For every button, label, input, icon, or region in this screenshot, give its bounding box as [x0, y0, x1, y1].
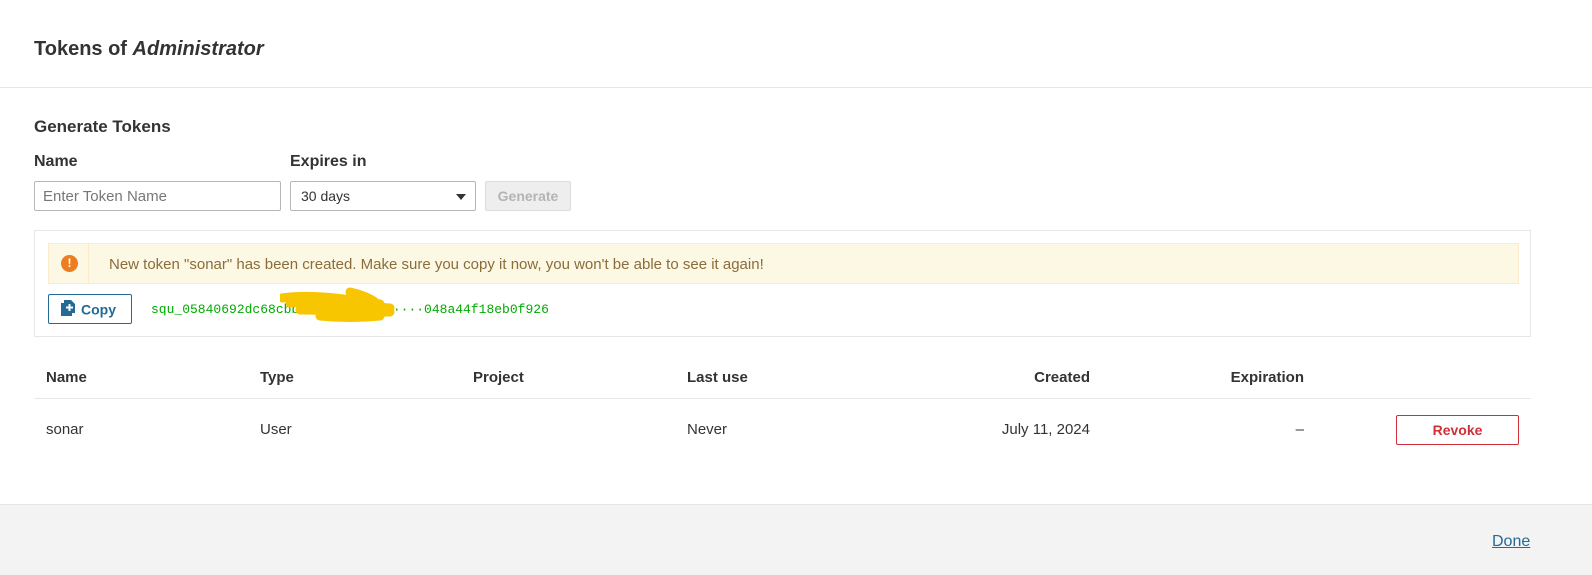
cell-expiration: – — [1295, 421, 1304, 438]
warning-icon: ! — [61, 255, 78, 272]
alert-icon-cell: ! — [49, 244, 89, 283]
modal-footer: Done — [0, 504, 1592, 575]
header-expiration: Expiration — [1230, 369, 1304, 386]
generate-button[interactable]: Generate — [485, 181, 571, 211]
cell-created: July 11, 2024 — [1001, 421, 1090, 438]
expires-in-value: 30 days — [301, 188, 351, 204]
header-name: Name — [46, 369, 87, 386]
copy-label: Copy — [81, 301, 116, 318]
expires-in-select[interactable]: 30 days — [290, 181, 476, 211]
header-last-use: Last use — [687, 369, 748, 386]
token-name-input[interactable] — [34, 181, 281, 211]
clipboard-icon — [61, 300, 75, 317]
header-type: Type — [260, 369, 294, 386]
cell-type: User — [260, 421, 292, 438]
caret-down-icon — [456, 194, 466, 200]
table-row: sonar User Never July 11, 2024 – Revoke — [34, 399, 1531, 459]
cell-name: sonar — [46, 421, 84, 438]
new-token-panel: ! New token "sonar" has been created. Ma… — [34, 230, 1531, 337]
modal-title-prefix: Tokens of — [34, 38, 127, 60]
table-header: Name Type Project Last use Created Expir… — [34, 360, 1531, 399]
generate-tokens-heading: Generate Tokens — [34, 117, 171, 136]
header-created: Created — [1034, 369, 1090, 386]
revoke-button[interactable]: Revoke — [1396, 415, 1519, 445]
token-name-label: Name — [34, 153, 78, 170]
token-created-alert: ! New token "sonar" has been created. Ma… — [48, 243, 1519, 284]
alert-message: New token "sonar" has been created. Make… — [109, 256, 764, 273]
header-project: Project — [473, 369, 524, 386]
modal-title-user: Administrator — [132, 38, 264, 60]
cell-last-use: Never — [687, 421, 728, 438]
modal-header: Tokens of Administrator — [0, 0, 1592, 88]
copy-token-button[interactable]: Copy — [48, 294, 132, 324]
expires-in-label: Expires in — [290, 153, 367, 170]
redaction-scribble — [280, 287, 395, 322]
modal-title: Tokens of Administrator — [34, 38, 264, 61]
done-link[interactable]: Done — [1492, 533, 1530, 551]
